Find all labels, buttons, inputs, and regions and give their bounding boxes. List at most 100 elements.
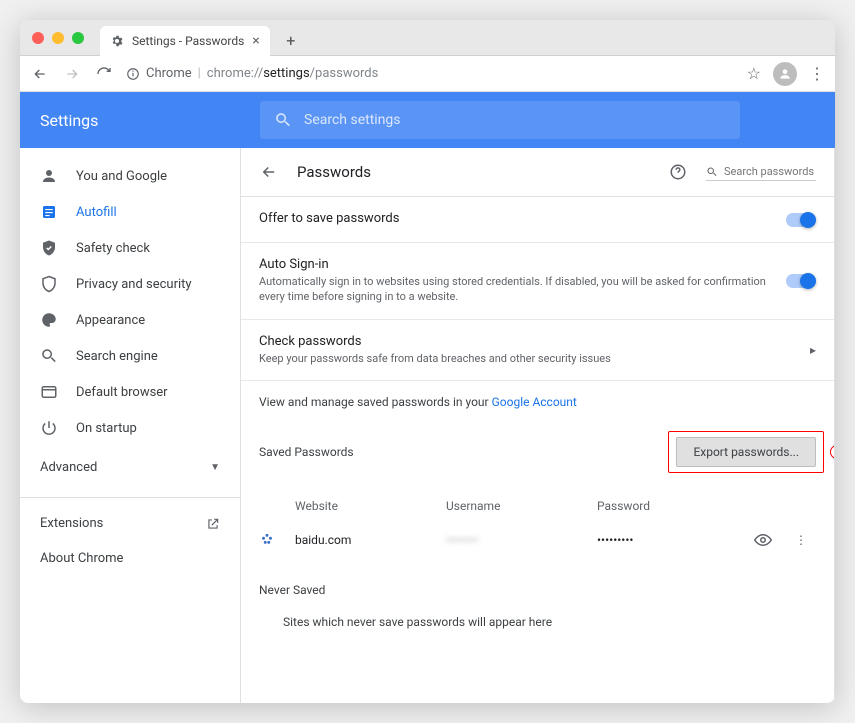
address-field[interactable]: Chrome | chrome://settings/passwords — [126, 66, 735, 81]
sidebar-item-label: Privacy and security — [76, 277, 192, 292]
never-saved-title: Never Saved — [259, 583, 816, 597]
sidebar-item-label: On startup — [76, 421, 137, 436]
site-favicon-icon — [259, 532, 275, 548]
sidebar-about[interactable]: About Chrome — [20, 541, 240, 576]
sidebar-item-on-startup[interactable]: On startup — [20, 410, 240, 446]
site-info-icon — [126, 67, 140, 81]
check-passwords-row[interactable]: Check passwords Keep your passwords safe… — [241, 320, 834, 381]
person-icon — [40, 167, 58, 185]
minimize-window-button[interactable] — [52, 32, 64, 44]
saved-passwords-section: Saved Passwords Export passwords... 5 — [241, 423, 834, 481]
annotation-number: 5 — [830, 445, 835, 459]
browser-window: Settings - Passwords × + Chrome | chrome… — [20, 20, 835, 703]
col-password: Password — [597, 499, 740, 513]
maximize-window-button[interactable] — [72, 32, 84, 44]
nav-back-button[interactable] — [30, 64, 50, 84]
offer-save-title: Offer to save passwords — [259, 211, 786, 226]
settings-sidebar: You and Google Autofill Safety check Pri… — [20, 148, 240, 703]
sidebar-item-label: Search engine — [76, 349, 158, 364]
shield-icon — [40, 275, 58, 293]
sidebar-item-label: Autofill — [76, 205, 117, 220]
sidebar-item-safety-check[interactable]: Safety check — [20, 230, 240, 266]
external-link-icon — [206, 517, 220, 531]
sidebar-item-appearance[interactable]: Appearance — [20, 302, 240, 338]
google-account-link[interactable]: Google Account — [492, 395, 577, 409]
settings-title: Settings — [40, 111, 240, 130]
tab-title: Settings - Passwords — [132, 34, 244, 48]
row-menu-icon[interactable]: ⋮ — [786, 533, 816, 547]
sidebar-extensions-label: Extensions — [40, 516, 103, 531]
sidebar-item-search-engine[interactable]: Search engine — [20, 338, 240, 374]
offer-save-row: Offer to save passwords — [241, 197, 834, 243]
page-title: Passwords — [297, 163, 650, 181]
site-name[interactable]: baidu.com — [295, 533, 438, 547]
close-window-button[interactable] — [32, 32, 44, 44]
power-icon — [40, 419, 58, 437]
sidebar-item-label: You and Google — [76, 169, 167, 184]
url-prefix: chrome:// — [207, 66, 263, 81]
check-pw-desc: Keep your passwords safe from data breac… — [259, 351, 810, 366]
browser-icon — [40, 383, 58, 401]
profile-avatar[interactable] — [773, 62, 797, 86]
export-passwords-button[interactable]: Export passwords... — [676, 437, 816, 467]
sidebar-item-autofill[interactable]: Autofill — [20, 194, 240, 230]
shield-check-icon — [40, 239, 58, 257]
sidebar-item-label: Default browser — [76, 385, 168, 400]
address-bar: Chrome | chrome://settings/passwords ☆ ⋮ — [20, 56, 835, 92]
browser-tab[interactable]: Settings - Passwords × — [100, 26, 270, 56]
reload-button[interactable] — [94, 64, 114, 84]
chevron-down-icon: ▼ — [210, 462, 220, 473]
sidebar-item-label: Safety check — [76, 241, 150, 256]
autofill-icon — [40, 203, 58, 221]
url-host: Chrome — [146, 66, 192, 81]
sidebar-extensions[interactable]: Extensions — [20, 506, 240, 541]
search-icon — [706, 166, 718, 178]
sidebar-item-privacy[interactable]: Privacy and security — [20, 266, 240, 302]
offer-save-toggle[interactable] — [786, 213, 816, 227]
sidebar-item-default-browser[interactable]: Default browser — [20, 374, 240, 410]
settings-search[interactable] — [260, 101, 740, 139]
col-username: Username — [446, 499, 589, 513]
sidebar-advanced-label: Advanced — [40, 460, 97, 475]
palette-icon — [40, 311, 58, 329]
chevron-right-icon: ▸ — [810, 343, 816, 357]
sidebar-item-label: Appearance — [76, 313, 145, 328]
magnifier-icon — [40, 347, 58, 365]
url-path-mid: settings — [263, 66, 309, 81]
close-tab-icon[interactable]: × — [252, 33, 259, 49]
nav-forward-button[interactable] — [62, 64, 82, 84]
password-value: ••••••••• — [597, 533, 740, 547]
settings-header: Settings — [20, 92, 835, 148]
sidebar-item-you-and-google[interactable]: You and Google — [20, 158, 240, 194]
auto-signin-title: Auto Sign-in — [259, 257, 786, 272]
browser-menu-icon[interactable]: ⋮ — [809, 64, 825, 83]
bookmark-star-icon[interactable]: ☆ — [747, 64, 761, 83]
new-tab-button[interactable]: + — [278, 28, 304, 54]
content-area: You and Google Autofill Safety check Pri… — [20, 148, 835, 703]
search-icon — [274, 111, 292, 129]
settings-gear-icon — [110, 34, 124, 48]
page-back-button[interactable] — [259, 162, 279, 182]
never-saved-section: Never Saved Sites which never save passw… — [241, 569, 834, 643]
search-passwords[interactable] — [706, 163, 816, 181]
search-passwords-input[interactable] — [724, 165, 814, 178]
window-controls — [32, 32, 84, 44]
page-header: Passwords — [241, 148, 834, 197]
sidebar-about-label: About Chrome — [40, 551, 123, 566]
settings-search-input[interactable] — [304, 112, 726, 128]
show-password-icon[interactable] — [748, 531, 778, 549]
password-table: Website Username Password baidu.com ••••… — [241, 481, 834, 569]
google-account-row: View and manage saved passwords in your … — [241, 381, 834, 423]
auto-signin-row: Auto Sign-in Automatically sign in to we… — [241, 243, 834, 320]
help-icon[interactable] — [668, 162, 688, 182]
password-row: baidu.com •••••••• ••••••••• ⋮ — [259, 521, 816, 559]
password-header-row: Website Username Password — [259, 491, 816, 521]
auto-signin-toggle[interactable] — [786, 274, 816, 288]
divider — [20, 497, 240, 498]
col-website: Website — [295, 499, 438, 513]
never-saved-desc: Sites which never save passwords will ap… — [259, 607, 816, 629]
auto-signin-desc: Automatically sign in to websites using … — [259, 274, 786, 305]
check-pw-title: Check passwords — [259, 334, 810, 349]
sidebar-advanced[interactable]: Advanced ▼ — [20, 446, 240, 489]
main-panel: Passwords Offer to save passwords Auto S… — [240, 148, 835, 703]
